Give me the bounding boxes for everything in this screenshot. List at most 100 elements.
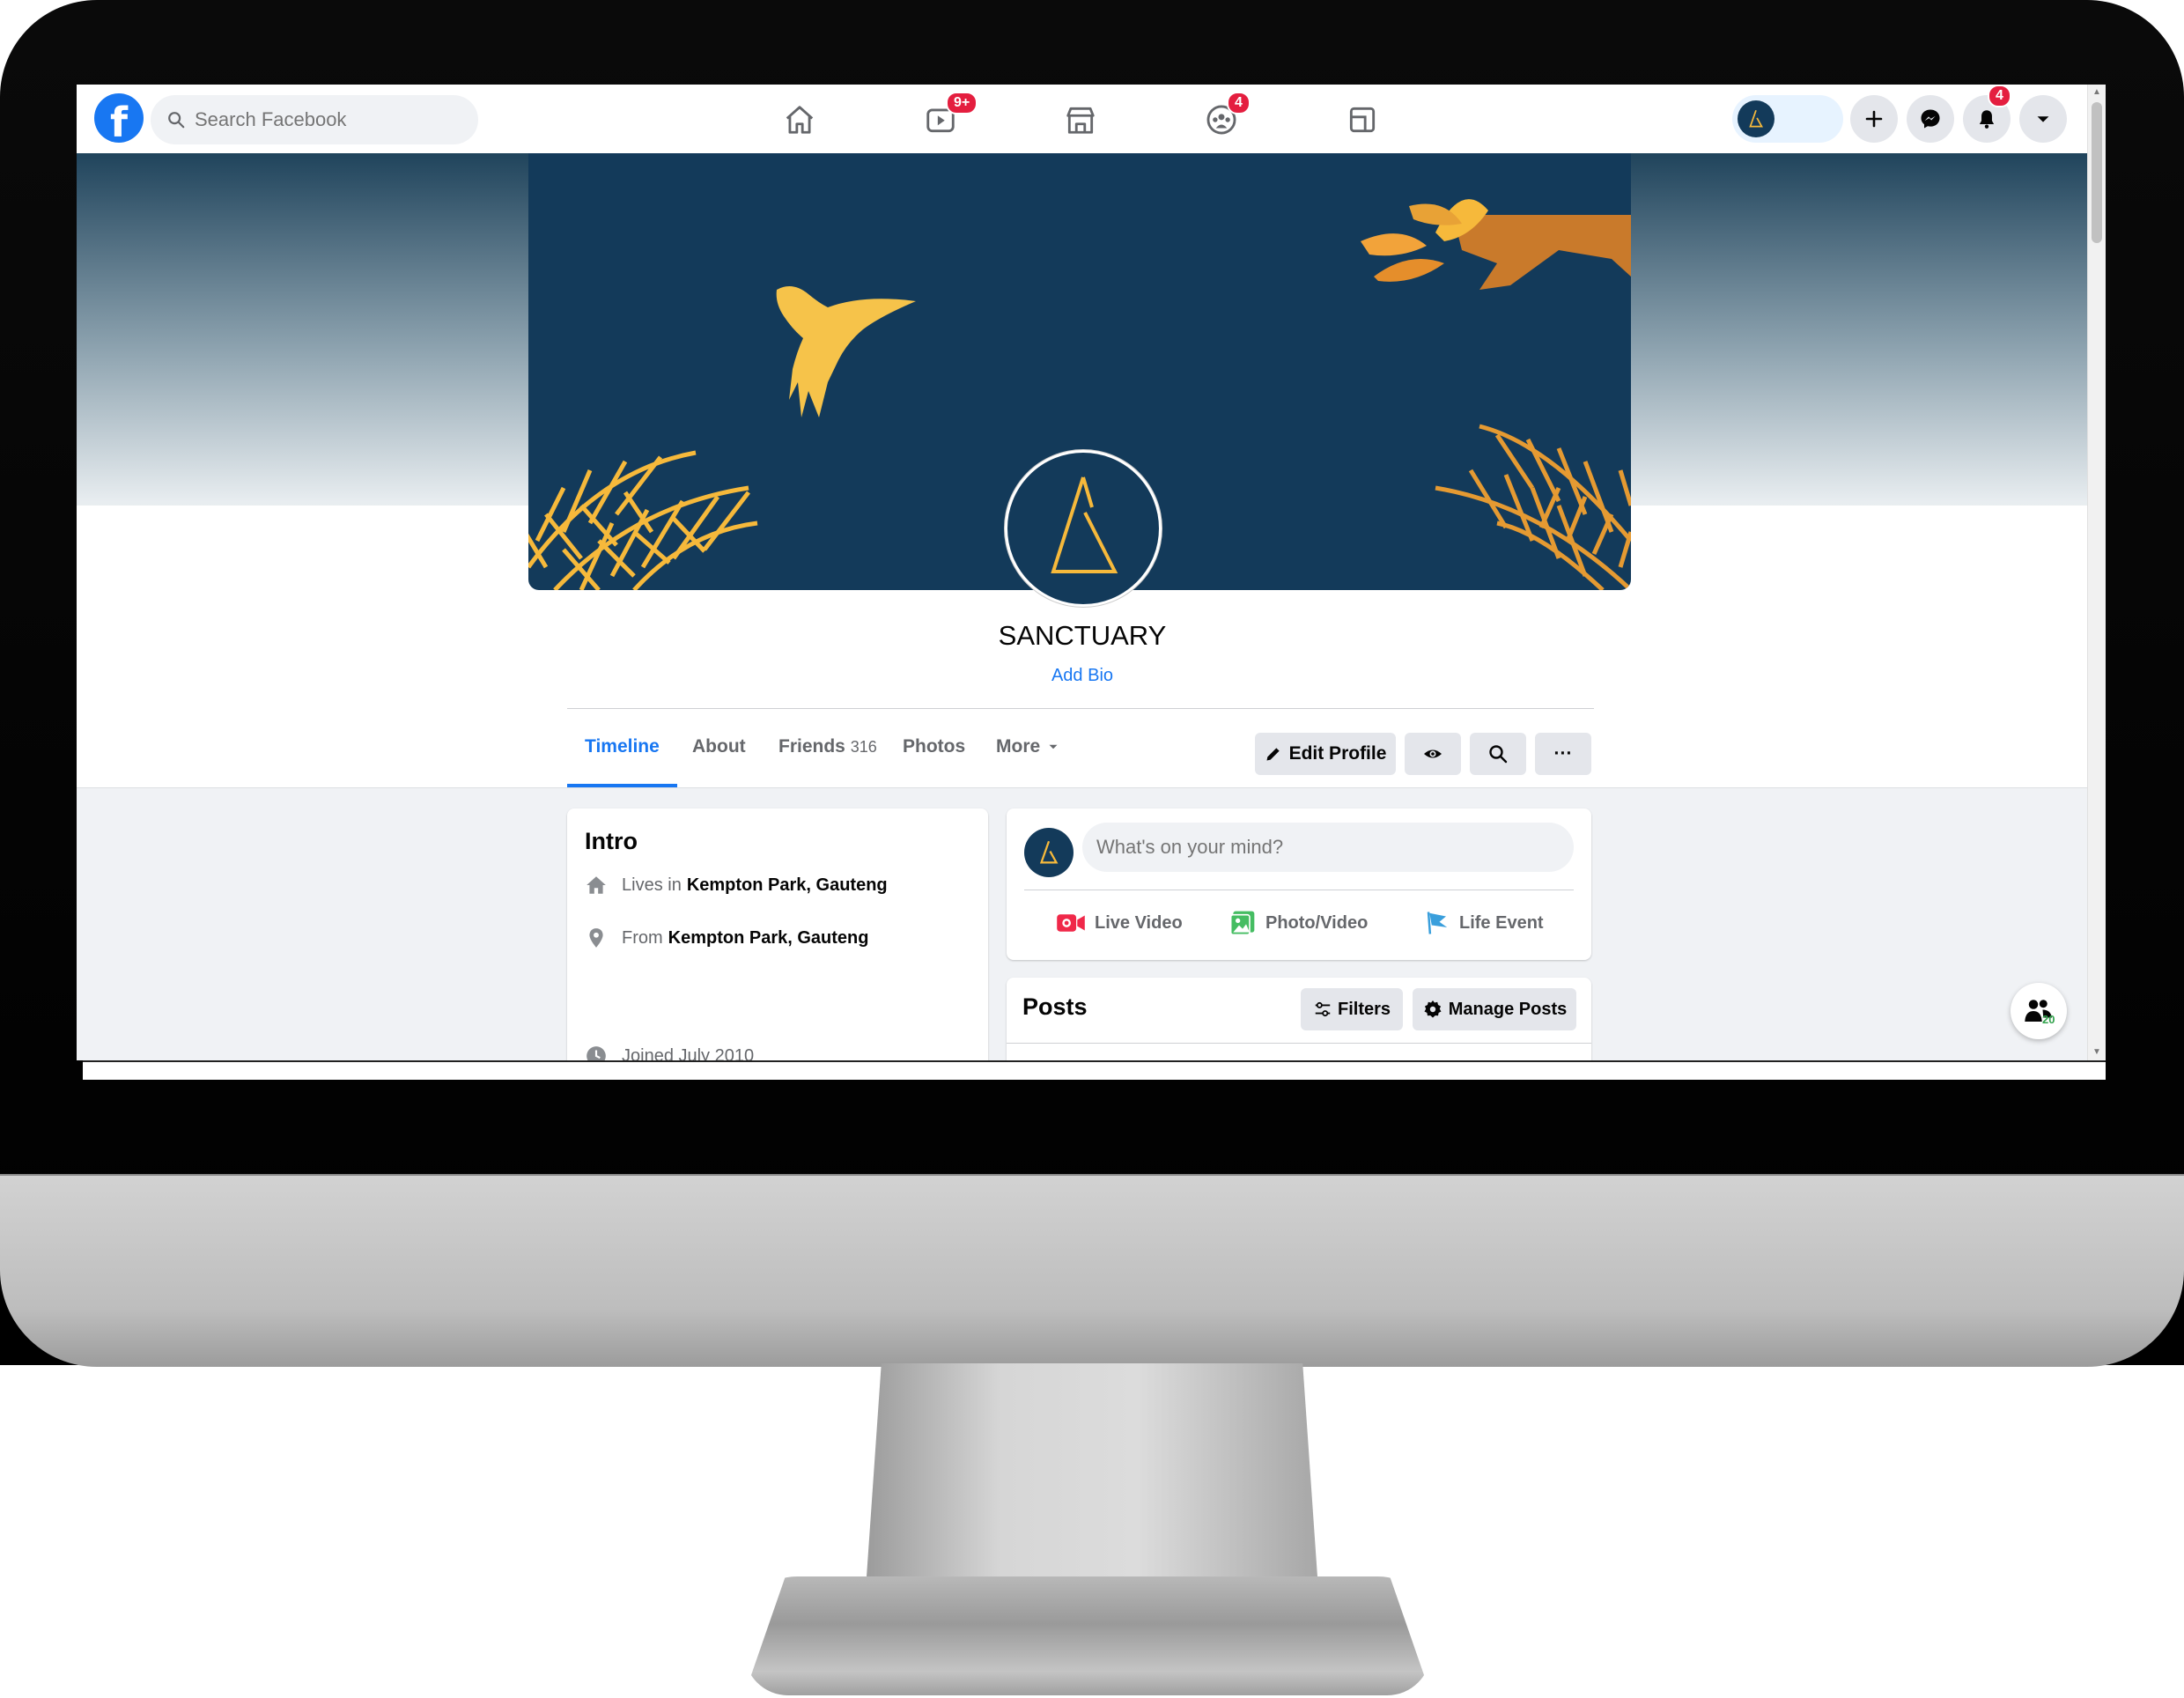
scrollbar-thumb[interactable]	[2092, 102, 2102, 243]
tab-more[interactable]: More	[996, 710, 1061, 784]
tab-photos[interactable]: Photos	[903, 710, 965, 784]
search-bar[interactable]	[151, 95, 478, 144]
more-dots-icon: ···	[1553, 743, 1573, 764]
facebook-logo[interactable]: f	[94, 93, 144, 143]
groups-badge: 4	[1227, 92, 1251, 114]
location-pin-icon	[589, 928, 603, 948]
bell-icon	[1979, 110, 1995, 129]
search-profile-button[interactable]	[1470, 733, 1526, 775]
from-prefix: From	[622, 927, 663, 948]
flag-icon	[1427, 912, 1448, 934]
profile-name: SANCTUARY	[998, 620, 1167, 651]
groups-tab[interactable]: 4	[1200, 92, 1251, 141]
screen: f 9+ 4	[77, 85, 2106, 1060]
post-composer: Live Video Photo/Video Life Event	[1007, 808, 1591, 960]
profile-shortcut[interactable]	[1732, 95, 1843, 143]
tab-timeline[interactable]: Timeline	[567, 710, 677, 787]
notifications-badge: 4	[1988, 85, 2011, 107]
add-bio-link[interactable]: Add Bio	[77, 666, 2088, 686]
contacts-button[interactable]: 20	[2011, 983, 2067, 1039]
edit-profile-button[interactable]: Edit Profile	[1255, 733, 1396, 775]
sanctuary-logo-icon	[1051, 476, 1118, 573]
create-button[interactable]	[1850, 95, 1898, 143]
home-tab[interactable]	[778, 99, 821, 141]
composer-avatar[interactable]	[1024, 828, 1074, 877]
gaming-tab[interactable]	[1341, 99, 1383, 141]
intro-from: From Kempton Park, Gauteng	[585, 927, 868, 949]
parrot-icon	[776, 286, 916, 417]
life-event-button[interactable]: Life Event	[1424, 904, 1544, 942]
composer-input[interactable]	[1082, 823, 1574, 872]
house-icon	[587, 876, 606, 894]
scroll-up-arrow[interactable]: ▲	[2091, 86, 2103, 99]
account-menu-button[interactable]	[2019, 95, 2067, 143]
joined-text: Joined July 2010	[622, 1045, 755, 1061]
search-icon	[168, 112, 185, 129]
search-input[interactable]	[193, 107, 461, 132]
sanctuary-logo-icon	[1039, 840, 1059, 864]
filters-button[interactable]: Filters	[1301, 988, 1403, 1030]
eye-icon	[1424, 749, 1442, 758]
home-icon	[786, 106, 814, 134]
from-value[interactable]: Kempton Park, Gauteng	[668, 928, 869, 949]
add-bio-label[interactable]: Add Bio	[1051, 666, 1113, 685]
lives-value[interactable]: Kempton Park, Gauteng	[687, 875, 888, 896]
view-as-button[interactable]	[1405, 733, 1461, 775]
plus-icon	[1865, 110, 1883, 128]
screen-bottom-edge	[83, 1060, 2106, 1080]
life-event-label: Life Event	[1459, 912, 1544, 933]
photo-video-button[interactable]: Photo/Video	[1228, 904, 1368, 942]
monitor-chin	[0, 1174, 2184, 1367]
chevron-down-icon	[2037, 116, 2049, 122]
header-divider	[567, 708, 1594, 709]
search-icon	[1489, 745, 1508, 764]
filters-icon	[1315, 1001, 1331, 1017]
leaves-right-icon	[1435, 424, 1631, 590]
live-video-button[interactable]: Live Video	[1056, 904, 1183, 942]
manage-posts-label: Manage Posts	[1448, 999, 1568, 1019]
messenger-icon	[1921, 109, 1940, 129]
edit-profile-label: Edit Profile	[1288, 743, 1387, 764]
tab-more-label: More	[996, 736, 1041, 757]
lives-prefix: Lives in	[622, 875, 682, 895]
tab-friends[interactable]: Friends 316	[778, 710, 877, 784]
clock-icon	[587, 1046, 606, 1060]
caret-down-icon	[1049, 744, 1058, 749]
intro-lives-in: Lives in Kempton Park, Gauteng	[585, 874, 888, 897]
gear-icon	[1424, 1000, 1442, 1018]
top-navigation: f 9+ 4	[77, 85, 2088, 154]
pencil-icon	[1266, 748, 1280, 761]
profile-picture[interactable]	[1005, 450, 1162, 607]
watch-tab[interactable]: 9+	[919, 92, 978, 141]
branch-icon	[1361, 199, 1631, 290]
manage-posts-button[interactable]: Manage Posts	[1413, 988, 1576, 1030]
intro-joined: Joined July 2010	[585, 1045, 759, 1060]
scroll-down-arrow[interactable]: ▼	[2091, 1046, 2103, 1059]
profile-header: SANCTUARY Add Bio Timeline About Friends…	[77, 153, 2088, 788]
notifications-button[interactable]: 4	[1963, 85, 2011, 143]
intro-card: Intro Lives in Kempton Park, Gauteng Fro…	[567, 808, 988, 1060]
friends-count: 316	[850, 738, 877, 756]
intro-title: Intro	[585, 828, 638, 854]
live-video-icon	[1057, 914, 1085, 932]
page-scrollbar[interactable]: ▲ ▼	[2087, 85, 2106, 1060]
filters-label: Filters	[1337, 999, 1391, 1019]
live-video-label: Live Video	[1095, 912, 1183, 933]
tab-friends-label: Friends	[778, 736, 845, 757]
photo-video-label: Photo/Video	[1265, 912, 1369, 933]
more-options-button[interactable]: ···	[1535, 733, 1591, 775]
posts-divider	[1007, 1043, 1591, 1044]
watch-badge: 9+	[946, 92, 978, 114]
gaming-icon	[1349, 107, 1376, 133]
marketplace-tab[interactable]	[1059, 99, 1102, 141]
photo-icon	[1229, 911, 1255, 936]
posts-title: Posts	[1022, 993, 1088, 1020]
sanctuary-logo-icon	[1749, 109, 1763, 128]
monitor-stand-base	[744, 1576, 1431, 1695]
posts-card: Posts Filters Manage Posts	[1007, 978, 1591, 1060]
leaves-left-icon	[528, 450, 758, 590]
contacts-count: 20	[2042, 1013, 2055, 1026]
messenger-button[interactable]	[1907, 95, 1954, 143]
avatar	[1738, 100, 1774, 137]
tab-about[interactable]: About	[692, 710, 746, 784]
